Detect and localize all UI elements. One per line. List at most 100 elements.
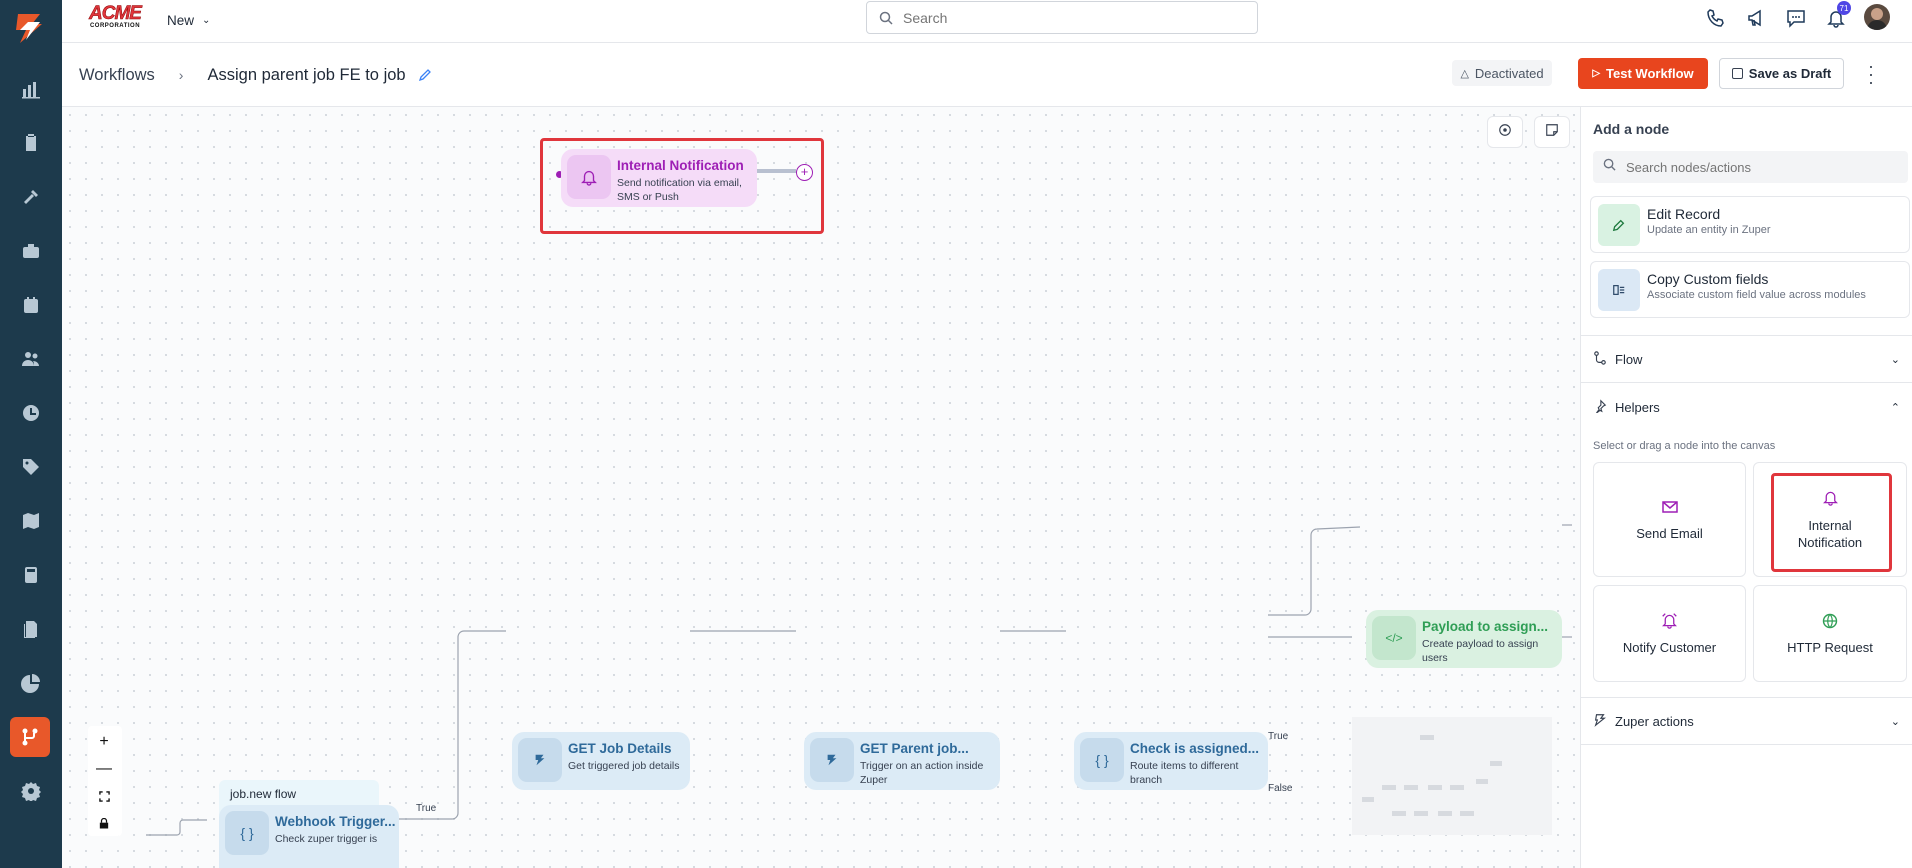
edge-label-true: True [416, 803, 437, 814]
edit-pencil-icon[interactable] [418, 68, 432, 82]
new-dropdown[interactable]: New ⌄ [167, 10, 210, 30]
envelope-icon [1661, 499, 1678, 518]
search-box[interactable] [866, 1, 1258, 34]
new-label: New [167, 12, 195, 28]
workflow-title: Assign parent job FE to job [207, 65, 406, 84]
lock-icon[interactable] [91, 810, 117, 836]
node-title: Internal Notification [617, 158, 744, 173]
internal-notification-node[interactable]: Internal Notification Send notification … [561, 149, 757, 207]
breadcrumb-workflows-link[interactable]: Workflows [79, 66, 155, 85]
code-braces-icon: { } [1080, 738, 1124, 782]
edge-label-false: False [1268, 783, 1293, 794]
target-icon [1498, 123, 1512, 142]
search-icon [1603, 158, 1616, 176]
warning-icon: △ [1460, 67, 1469, 80]
canvas-note-button[interactable] [1534, 116, 1570, 148]
node-title: GET Job Details [568, 741, 672, 756]
dashboard-icon[interactable] [19, 77, 43, 101]
node-title: Webhook Trigger... [275, 814, 396, 829]
card-title: Copy Custom fields [1647, 271, 1769, 287]
save-disk-icon [1731, 68, 1743, 79]
workflow-canvas[interactable]: Internal Notification Send notification … [62, 107, 1580, 868]
zuper-actions-section-header[interactable]: Zuper actions ⌄ [1581, 697, 1912, 745]
top-bar: ACME CORPORATION New ⌄ 71 [62, 0, 1912, 43]
chevron-down-icon: ⌄ [1890, 353, 1900, 366]
user-avatar[interactable] [1864, 4, 1890, 30]
clock-icon[interactable] [19, 401, 43, 425]
helpers-section-header[interactable]: Helpers ⌃ [1581, 383, 1912, 431]
http-request-tile[interactable]: HTTP Request [1753, 585, 1907, 682]
breadcrumb: Workflows › Assign parent job FE to job [79, 64, 432, 86]
copy-custom-fields-card[interactable]: Copy Custom fields Associate custom fiel… [1590, 261, 1910, 318]
zuper-logo-icon [810, 738, 854, 782]
workflow-icon[interactable] [10, 717, 50, 757]
save-as-draft-button[interactable]: Save as Draft [1719, 58, 1844, 89]
node-subtitle: Route items to different branch [1130, 760, 1239, 786]
node-search-box[interactable] [1593, 151, 1908, 183]
chat-icon[interactable] [1786, 8, 1806, 28]
brand-logo[interactable] [12, 10, 48, 46]
play-icon: ▷ [1592, 68, 1601, 79]
get-parent-job-node[interactable]: GET Parent job... Trigger on an action i… [804, 732, 1000, 790]
group-label: job.new flow [230, 787, 297, 801]
code-icon: </> [1372, 616, 1416, 660]
webhook-trigger-node[interactable]: { } Webhook Trigger... Check zuper trigg… [219, 805, 399, 868]
test-workflow-button[interactable]: ▷ Test Workflow [1578, 58, 1708, 89]
fit-view-icon[interactable] [91, 783, 117, 809]
tools-icon[interactable] [19, 185, 43, 209]
briefcase-icon[interactable] [19, 239, 43, 263]
zuper-logo-icon [518, 738, 562, 782]
edge-label-true: True [1268, 731, 1289, 742]
deactivated-status-badge: △ Deactivated [1452, 60, 1552, 86]
flow-icon [1593, 350, 1607, 368]
payload-to-assign-node[interactable]: </> Payload to assign... Create payload … [1366, 610, 1562, 668]
pie-chart-icon[interactable] [19, 671, 43, 695]
phone-icon[interactable] [1706, 8, 1726, 28]
card-subtitle: Associate custom field value across modu… [1647, 289, 1866, 301]
clipboard-icon[interactable] [19, 131, 43, 155]
chevron-right-icon: › [178, 67, 184, 83]
zoom-out-icon[interactable]: — [91, 756, 117, 782]
edit-record-card[interactable]: Edit Record Update an entity in Zuper [1590, 196, 1910, 253]
globe-icon [1822, 613, 1838, 632]
map-icon[interactable] [19, 509, 43, 533]
search-icon [879, 11, 893, 25]
add-next-node-plus-icon[interactable]: + [796, 164, 813, 181]
node-search-input[interactable] [1626, 159, 1896, 175]
notification-count-badge: 71 [1837, 1, 1851, 15]
settings-gear-icon[interactable] [19, 779, 43, 803]
get-job-details-node[interactable]: GET Job Details Get triggered job detail… [512, 732, 690, 790]
send-email-tile[interactable]: Send Email [1593, 462, 1746, 577]
node-title: Check is assigned... [1130, 741, 1260, 756]
documents-icon[interactable] [19, 617, 43, 641]
bell-icon [567, 155, 611, 199]
company-logo[interactable]: ACME CORPORATION [83, 4, 147, 32]
canvas-target-button[interactable] [1487, 116, 1523, 148]
chevron-down-icon: ⌄ [202, 14, 211, 26]
tag-icon[interactable] [19, 455, 43, 479]
workflow-header: Workflows › Assign parent job FE to job … [62, 43, 1912, 107]
calculator-icon[interactable] [19, 563, 43, 587]
calendar-icon[interactable] [19, 293, 43, 317]
card-title: Edit Record [1647, 206, 1721, 222]
copy-fields-icon [1598, 269, 1640, 311]
node-subtitle: Get triggered job details [568, 760, 680, 772]
helpers-hint: Select or drag a node into the canvas [1593, 440, 1776, 452]
users-icon[interactable] [19, 347, 43, 371]
notify-customer-tile[interactable]: Notify Customer [1593, 585, 1746, 682]
chevron-down-icon: ⌄ [1890, 715, 1900, 728]
minimap[interactable] [1352, 717, 1552, 835]
node-subtitle: Create payload to assign users [1422, 638, 1539, 664]
node-title: GET Parent job... [860, 741, 969, 756]
flow-section-header[interactable]: Flow ⌄ [1581, 335, 1912, 383]
zoom-in-icon[interactable]: + [91, 729, 117, 755]
more-options-icon[interactable]: · · · [1866, 57, 1876, 91]
node-title: Payload to assign... [1422, 619, 1549, 634]
node-subtitle: Trigger on an action inside Zuper [860, 760, 984, 786]
node-subtitle: Check zuper trigger is [275, 833, 378, 845]
panel-title: Add a node [1593, 121, 1670, 137]
megaphone-icon[interactable] [1746, 8, 1766, 28]
search-input[interactable] [903, 9, 1243, 26]
check-is-assigned-node[interactable]: { } Check is assigned... Route items to … [1074, 732, 1268, 790]
add-node-panel: Add a node Edit Record Update an entity … [1580, 107, 1912, 868]
